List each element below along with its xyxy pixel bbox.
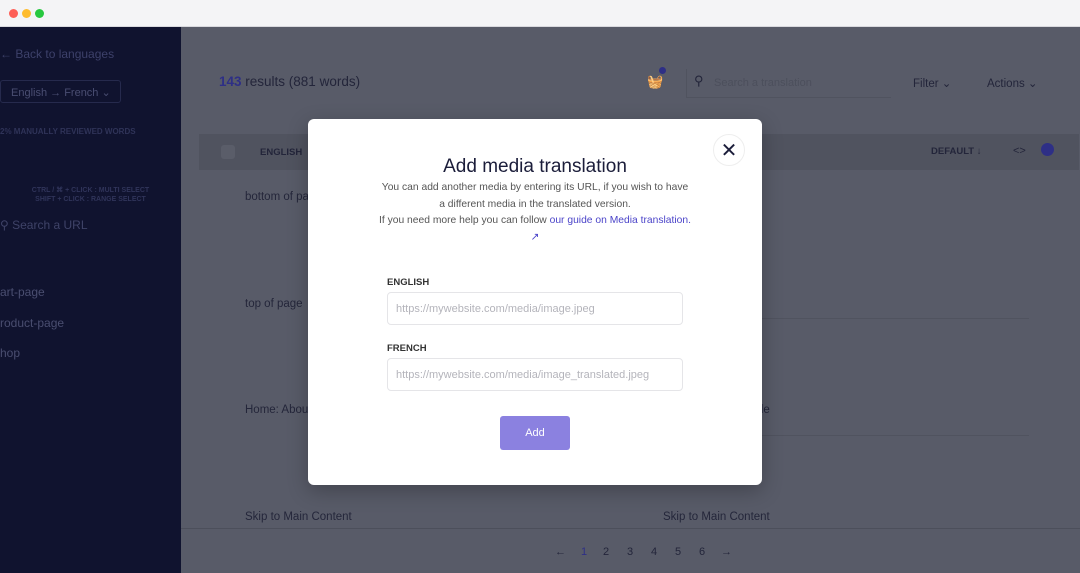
page-2[interactable]: 2 [603, 546, 609, 558]
prev-page-icon[interactable]: ← [555, 546, 566, 558]
table-row[interactable]: top of page [245, 298, 303, 310]
modal-description: You can add another media by entering it… [378, 180, 692, 246]
page-1[interactable]: 1 [581, 546, 587, 558]
palette-icon[interactable] [1041, 143, 1054, 156]
english-url-input[interactable] [387, 292, 683, 325]
actions-button[interactable]: Actions ⌄ [987, 76, 1038, 90]
result-number: 143 [219, 74, 242, 89]
chevron-down-icon: ⌄ [941, 78, 952, 90]
sort-label: DEFAULT [931, 146, 975, 157]
window-titlebar [0, 0, 1080, 27]
notification-dot [659, 67, 666, 74]
chevron-down-icon: ⌄ [1027, 78, 1038, 90]
basket-icon[interactable]: 🧺 [647, 74, 663, 90]
back-label: Back to languages [15, 47, 115, 61]
add-media-modal: ✕ Add media translation You can add anot… [308, 119, 762, 485]
page-3[interactable]: 3 [627, 546, 633, 558]
multi-select-hint: CTRL / ⌘ + CLICK : MULTI SELECT [31, 187, 150, 194]
search-icon: ⚲ [0, 218, 13, 232]
modal-title: Add media translation [443, 156, 627, 177]
code-icon[interactable]: <> [1013, 145, 1026, 157]
page-6[interactable]: 6 [699, 546, 705, 558]
maximize-window-button[interactable] [35, 9, 44, 18]
search-placeholder: Search a translation [714, 77, 812, 89]
url-search[interactable]: ⚲ Search a URL [0, 218, 88, 232]
reviewed-words-stat: 2% MANUALLY REVIEWED WORDS [0, 127, 136, 136]
url-search-placeholder: Search a URL [12, 218, 88, 232]
arrow-down-icon: ↓ [976, 146, 982, 157]
sidebar: ← Back to languages English → French ⌄ 2… [0, 27, 181, 573]
page-item[interactable]: hop [0, 346, 20, 360]
divider [741, 318, 1029, 319]
filter-button[interactable]: Filter ⌄ [913, 76, 951, 90]
divider [741, 435, 1029, 436]
table-row[interactable]: bottom of pa [245, 191, 309, 203]
guide-link-text: our guide on Media translation. [549, 215, 691, 226]
page-item[interactable]: roduct-page [0, 316, 64, 330]
table-row-translation[interactable]: Skip to Main Content [663, 511, 770, 523]
table-row[interactable]: Home: Abou [245, 404, 308, 416]
results-count: 143 results (881 words) [219, 74, 360, 89]
filter-label: Filter [913, 78, 939, 90]
page-4[interactable]: 4 [651, 546, 657, 558]
column-english: ENGLISH [260, 147, 303, 158]
divider [181, 528, 1080, 529]
description-text: You can add another media by entering it… [381, 182, 689, 210]
translation-search[interactable]: ⚲ Search a translation [686, 69, 891, 98]
search-icon: ⚲ [694, 73, 704, 88]
page-item[interactable]: art-page [0, 285, 45, 299]
english-label: ENGLISH [387, 277, 430, 288]
table-row[interactable]: Skip to Main Content [245, 511, 352, 523]
back-to-languages-link[interactable]: ← Back to languages [0, 47, 114, 61]
language-pair-label: English → French [11, 87, 99, 99]
media-guide-link[interactable]: our guide on Media translation. ↗ [531, 215, 691, 243]
help-text: If you need more help you can follow [379, 215, 550, 226]
page-5[interactable]: 5 [675, 546, 681, 558]
french-label: FRENCH [387, 343, 427, 354]
add-button[interactable]: Add [500, 416, 570, 450]
language-pair-select[interactable]: English → French ⌄ [0, 80, 121, 103]
arrow-left-icon: ← [0, 47, 16, 61]
external-link-icon: ↗ [530, 231, 540, 243]
select-all-checkbox[interactable] [221, 145, 235, 159]
next-page-icon[interactable]: → [721, 546, 732, 558]
sort-button[interactable]: DEFAULT ↓ [931, 146, 982, 157]
actions-label: Actions [987, 78, 1025, 90]
minimize-window-button[interactable] [22, 9, 31, 18]
results-label: results (881 words) [241, 74, 361, 89]
chevron-down-icon: ⌄ [101, 87, 111, 99]
french-url-input[interactable] [387, 358, 683, 391]
close-window-button[interactable] [9, 9, 18, 18]
range-select-hint: SHIFT + CLICK : RANGE SELECT [35, 196, 146, 203]
